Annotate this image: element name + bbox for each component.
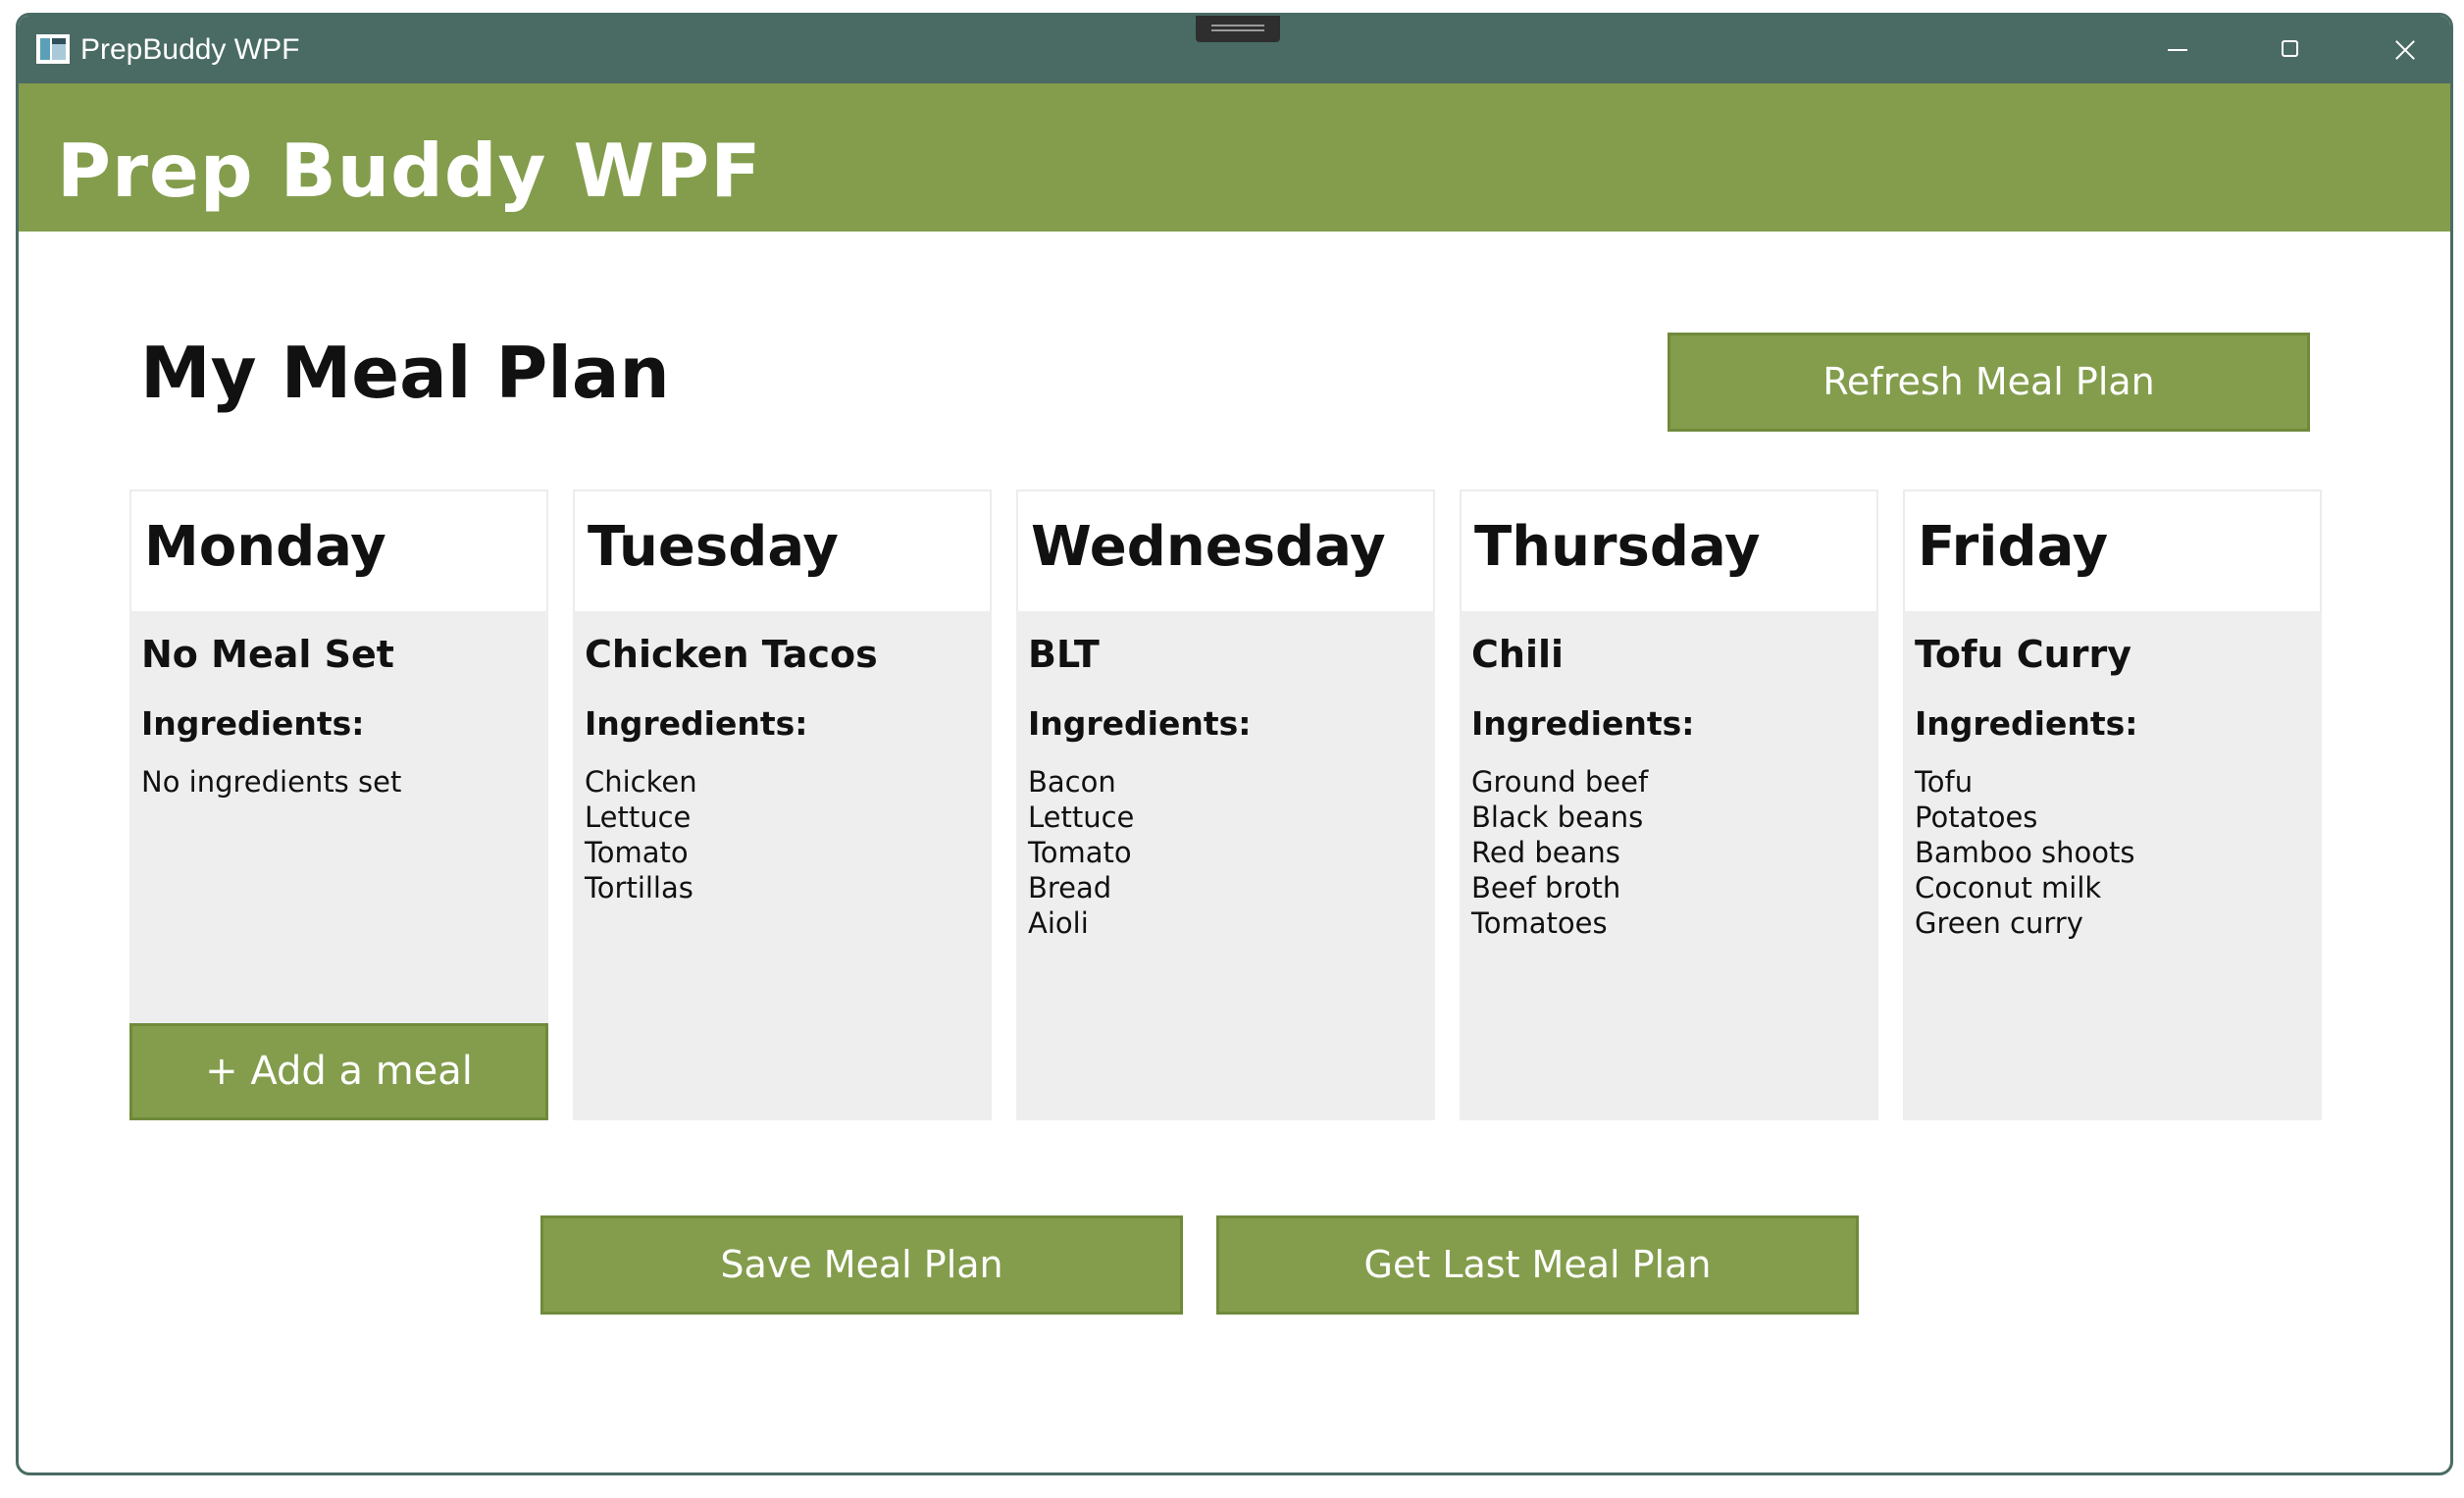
ingredient-item: Beef broth (1471, 871, 1621, 904)
ingredient-item: No ingredients set (141, 765, 402, 799)
ingredient-item: Green curry (1915, 906, 2083, 940)
save-meal-plan-button[interactable]: Save Meal Plan (540, 1215, 1183, 1315)
minimize-button[interactable] (2128, 16, 2235, 83)
day-card-tuesday: Tuesday Chicken Tacos Ingredients: Chick… (573, 490, 992, 1120)
day-header: Friday (1903, 490, 2322, 611)
ingredients-list: No ingredients set (141, 764, 401, 800)
meal-name: Tofu Curry (1915, 633, 2131, 676)
day-name: Friday (1918, 515, 2109, 579)
meal-name: BLT (1028, 633, 1100, 676)
close-button[interactable] (2353, 16, 2450, 83)
ingredient-item: Chicken (585, 765, 697, 799)
day-header: Wednesday (1016, 490, 1435, 611)
ingredient-item: Aioli (1028, 906, 1089, 940)
ingredient-item: Bread (1028, 871, 1112, 904)
add-meal-button[interactable]: + Add a meal (129, 1023, 548, 1120)
ingredients-list: Tofu Potatoes Bamboo shoots Coconut milk… (1915, 764, 2134, 941)
ingredient-item: Lettuce (585, 801, 692, 834)
meal-name: No Meal Set (141, 633, 394, 676)
ingredients-list: Chicken Lettuce Tomato Tortillas (585, 764, 697, 905)
ingredient-item: Tomatoes (1471, 906, 1608, 940)
ingredients-label: Ingredients: (585, 704, 808, 743)
ingredients-label: Ingredients: (1471, 704, 1695, 743)
ingredient-item: Tomato (1028, 836, 1132, 869)
meal-name: Chili (1471, 633, 1565, 676)
day-card-monday: Monday No Meal Set Ingredients: No ingre… (129, 490, 548, 1120)
maximize-icon (2282, 40, 2298, 57)
day-card-thursday: Thursday Chili Ingredients: Ground beef … (1460, 490, 1878, 1120)
ingredient-item: Tomato (585, 836, 689, 869)
window-title: PrepBuddy WPF (80, 33, 300, 66)
ingredient-item: Black beans (1471, 801, 1644, 834)
maximize-button[interactable] (2240, 16, 2348, 83)
ingredient-item: Coconut milk (1915, 871, 2102, 904)
title-bar[interactable]: PrepBuddy WPF (19, 16, 2450, 83)
ingredient-item: Red beans (1471, 836, 1620, 869)
meal-name: Chicken Tacos (585, 633, 878, 676)
ingredient-item: Lettuce (1028, 801, 1135, 834)
ingredients-label: Ingredients: (141, 704, 365, 743)
ingredient-item: Potatoes (1915, 801, 2038, 834)
ingredient-item: Bamboo shoots (1915, 836, 2135, 869)
day-name: Thursday (1474, 515, 1761, 579)
snap-handle[interactable] (1196, 16, 1280, 42)
day-name: Monday (144, 515, 386, 579)
get-last-meal-plan-button[interactable]: Get Last Meal Plan (1216, 1215, 1859, 1315)
app-icon (36, 34, 70, 64)
ingredient-item: Ground beef (1471, 765, 1649, 799)
ingredients-label: Ingredients: (1028, 704, 1252, 743)
ingredient-item: Tortillas (585, 871, 693, 904)
page-title: My Meal Plan (140, 332, 670, 414)
ingredients-list: Bacon Lettuce Tomato Bread Aioli (1028, 764, 1134, 941)
day-name: Wednesday (1031, 515, 1386, 579)
refresh-meal-plan-button[interactable]: Refresh Meal Plan (1668, 333, 2310, 432)
day-header: Thursday (1460, 490, 1878, 611)
ingredient-item: Bacon (1028, 765, 1116, 799)
app-header: Prep Buddy WPF (19, 83, 2450, 232)
app-title: Prep Buddy WPF (57, 128, 762, 214)
day-card-wednesday: Wednesday BLT Ingredients: Bacon Lettuce… (1016, 490, 1435, 1120)
day-card-friday: Friday Tofu Curry Ingredients: Tofu Pota… (1903, 490, 2322, 1120)
ingredients-list: Ground beef Black beans Red beans Beef b… (1471, 764, 1648, 941)
ingredients-label: Ingredients: (1915, 704, 2138, 743)
day-header: Tuesday (573, 490, 992, 611)
ingredient-item: Tofu (1915, 765, 1974, 799)
day-header: Monday (129, 490, 548, 611)
app-window: PrepBuddy WPF Prep Buddy WPF My Meal Pla… (16, 13, 2453, 1475)
minimize-icon (2168, 49, 2187, 51)
day-name: Tuesday (588, 515, 839, 579)
